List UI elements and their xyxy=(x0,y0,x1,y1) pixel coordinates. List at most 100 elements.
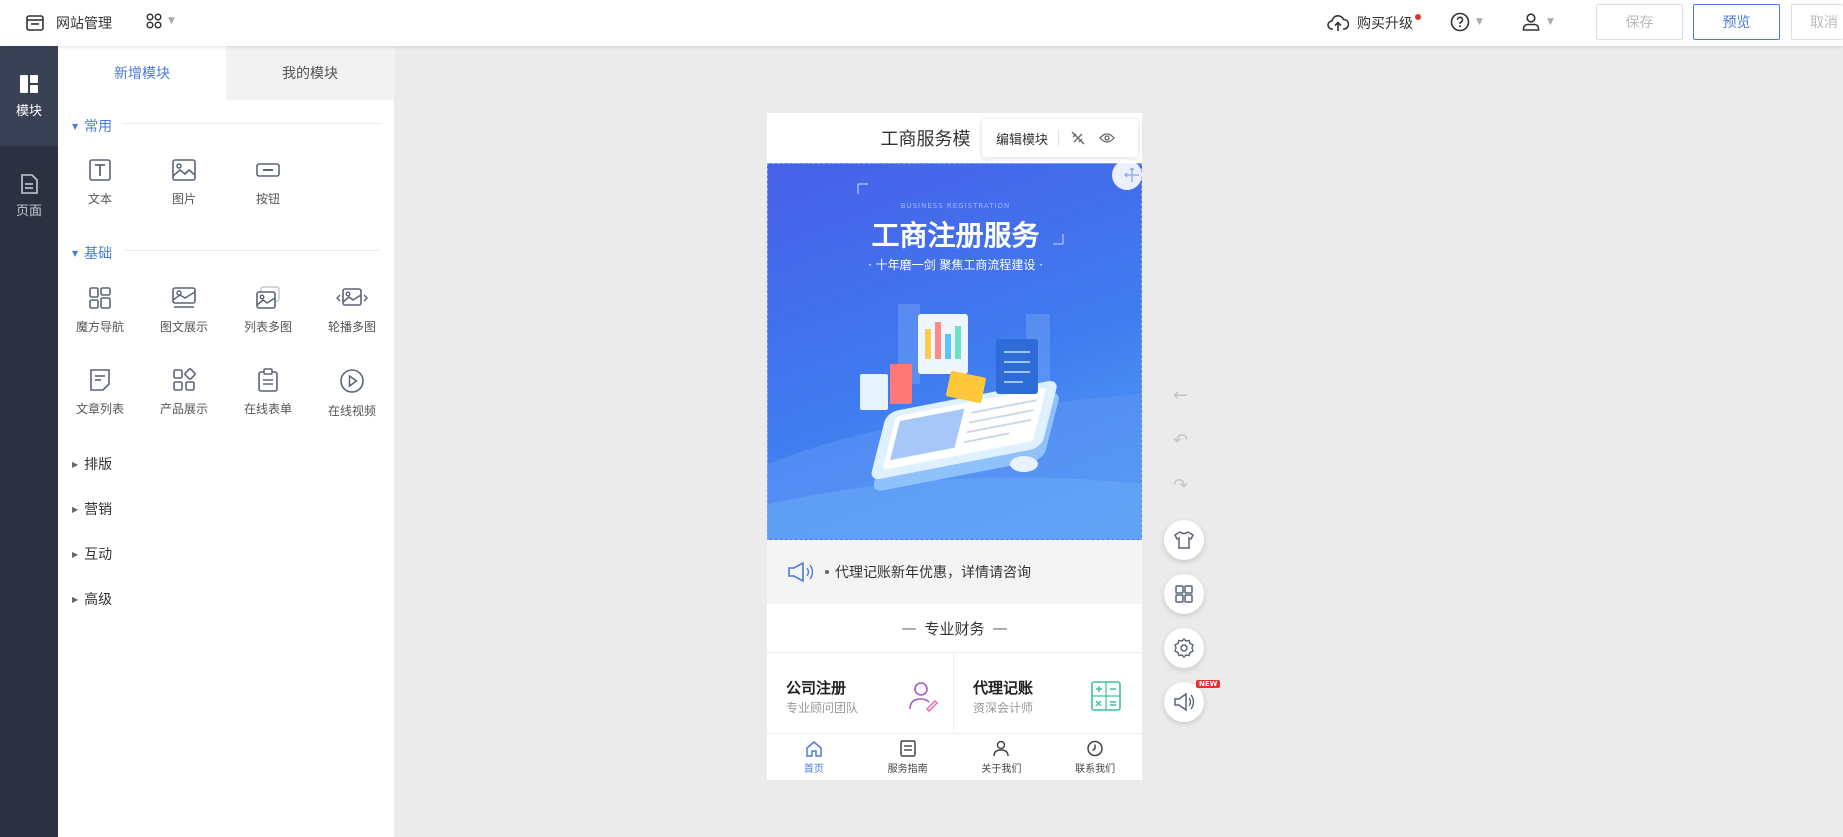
unlink-icon[interactable] xyxy=(1071,131,1085,145)
notice-text: 代理记账新年优惠，详情请咨询 xyxy=(835,565,1031,581)
components-button[interactable] xyxy=(1164,574,1204,614)
tab-new-modules[interactable]: 新增模块 xyxy=(58,46,226,100)
help-menu[interactable]: ▼ xyxy=(1450,12,1483,32)
button-icon xyxy=(256,163,280,177)
module-text[interactable]: 文本 xyxy=(58,158,142,228)
gear-icon xyxy=(1174,638,1194,658)
section-marketing-label: 营销 xyxy=(84,502,113,518)
module-image-text[interactable]: 图文展示 xyxy=(142,286,226,356)
person-icon xyxy=(993,740,1010,756)
phone-preview: 工商服务模 BUSINESS REGISTRATION 工商注册服务 · 十年磨… xyxy=(767,113,1142,780)
speaker-icon xyxy=(1174,692,1195,712)
bullet xyxy=(825,570,829,574)
edit-module-toolbar: 编辑模块 xyxy=(982,119,1138,157)
rail-item-modules[interactable]: 模块 xyxy=(0,46,58,146)
section-interaction[interactable]: ▶ 互动 xyxy=(72,544,112,564)
section-interaction-label: 互动 xyxy=(84,547,113,563)
caret-down-icon: ▼ xyxy=(72,248,79,258)
cancel-button[interactable]: 取消 xyxy=(1791,4,1843,40)
settings-button[interactable] xyxy=(1164,628,1204,668)
module-carousel[interactable]: 轮播多图 xyxy=(310,286,394,356)
rail-item-pages[interactable]: 页面 xyxy=(0,146,58,246)
caret-down-icon: ▼ xyxy=(72,121,79,131)
home-icon xyxy=(806,740,822,757)
shirt-icon xyxy=(1174,531,1194,549)
notice-bar[interactable]: 代理记账新年优惠，详情请咨询 xyxy=(767,540,1142,604)
text-icon xyxy=(89,159,111,181)
module-label: 轮播多图 xyxy=(327,320,376,334)
banner-title: 工商注册服务 xyxy=(871,219,1040,252)
tab-home[interactable]: 首页 xyxy=(767,734,861,780)
back-arrow-icon[interactable]: ← xyxy=(1173,385,1188,406)
site-icon xyxy=(26,15,44,31)
module-cube-nav[interactable]: 魔方导航 xyxy=(58,286,142,356)
module-list-gallery[interactable]: 列表多图 xyxy=(226,286,310,356)
section-header: — 专业财务 — xyxy=(901,619,1008,638)
card-title: 代理记账 xyxy=(973,679,1034,697)
apps-menu[interactable]: ▼ xyxy=(146,13,175,29)
module-label: 文本 xyxy=(87,192,112,206)
drag-handle[interactable] xyxy=(1112,160,1142,190)
cloud-upload-icon xyxy=(1327,15,1349,31)
module-label: 图片 xyxy=(171,192,196,206)
tab-my-modules[interactable]: 我的模块 xyxy=(226,46,394,100)
module-article-list[interactable]: 文章列表 xyxy=(58,368,142,438)
module-label: 按钮 xyxy=(255,192,280,206)
module-product-show[interactable]: 产品展示 xyxy=(142,368,226,438)
edit-module-button[interactable]: 编辑模块 xyxy=(996,129,1048,148)
section-advanced[interactable]: ▶ 高级 xyxy=(72,589,112,609)
eye-icon[interactable] xyxy=(1099,132,1115,144)
card-subtitle: 资深会计师 xyxy=(973,701,1034,715)
article-list-icon xyxy=(90,369,110,391)
clipboard-icon xyxy=(258,368,278,392)
card-subtitle: 专业顾问团队 xyxy=(786,701,859,715)
play-icon xyxy=(340,369,364,393)
user-icon xyxy=(1522,13,1540,31)
apps-grid-icon xyxy=(146,13,162,29)
module-button[interactable]: 按钮 xyxy=(226,158,310,228)
buy-upgrade-button[interactable]: 购买升级 xyxy=(1327,13,1421,33)
site-manage-menu[interactable]: 网站管理 xyxy=(26,13,112,33)
module-online-form[interactable]: 在线表单 xyxy=(226,368,310,438)
module-label: 列表多图 xyxy=(243,320,292,334)
preview-button[interactable]: 预览 xyxy=(1693,4,1780,40)
tab-about-us[interactable]: 关于我们 xyxy=(955,734,1049,780)
undo-icon[interactable]: ↶ xyxy=(1173,430,1188,451)
left-rail: 模块 页面 xyxy=(0,46,58,837)
chevron-down-icon: ▼ xyxy=(1547,17,1554,27)
banner-module[interactable]: BUSINESS REGISTRATION 工商注册服务 · 十年磨一剑 聚焦工… xyxy=(767,163,1142,540)
banner-subtitle: · 十年磨一剑 聚焦工商流程建设 · xyxy=(867,258,1044,272)
banner-small-caption: BUSINESS REGISTRATION xyxy=(900,202,1011,210)
carousel-icon xyxy=(336,288,368,306)
chevron-down-icon: ▼ xyxy=(1476,17,1483,27)
cube-nav-icon xyxy=(89,287,111,309)
rail-pages-label: 页面 xyxy=(15,203,42,219)
service-card-bookkeeping[interactable]: 代理记账 资深会计师 xyxy=(954,652,1142,732)
section-layout[interactable]: ▶ 排版 xyxy=(72,454,112,474)
tab-service-guide[interactable]: 服务指南 xyxy=(861,734,955,780)
module-online-video[interactable]: 在线视频 xyxy=(310,368,394,438)
user-menu[interactable]: ▼ xyxy=(1521,12,1554,32)
section-common[interactable]: ▼ 常用 xyxy=(72,116,112,136)
theme-button[interactable] xyxy=(1164,520,1204,560)
module-label: 在线视频 xyxy=(327,404,376,418)
megaphone-icon xyxy=(788,561,813,583)
tab-label: 联系我们 xyxy=(1075,763,1116,775)
divider xyxy=(1058,130,1060,146)
section-common-label: 常用 xyxy=(84,119,113,135)
section-marketing[interactable]: ▶ 营销 xyxy=(72,499,112,519)
save-button[interactable]: 保存 xyxy=(1596,4,1683,40)
modules-icon xyxy=(20,74,38,93)
clock-icon xyxy=(1087,740,1103,756)
caret-right-icon: ▶ xyxy=(72,594,79,604)
module-label: 图文展示 xyxy=(159,320,208,334)
redo-icon[interactable]: ↷ xyxy=(1173,475,1188,496)
service-card-company-register[interactable]: 公司注册 专业顾问团队 xyxy=(767,652,954,732)
announcement-button[interactable]: NEW xyxy=(1164,680,1221,722)
list-gallery-icon xyxy=(256,286,280,309)
tab-contact-us[interactable]: 联系我们 xyxy=(1048,734,1142,780)
section-basic[interactable]: ▼ 基础 xyxy=(72,243,112,263)
module-panel: 新增模块 我的模块 ▼ 常用 文本 图片 按钮 ▼ 基础 魔方导航 图文展示 列… xyxy=(58,46,394,837)
module-image[interactable]: 图片 xyxy=(142,158,226,228)
product-show-icon xyxy=(173,368,196,391)
